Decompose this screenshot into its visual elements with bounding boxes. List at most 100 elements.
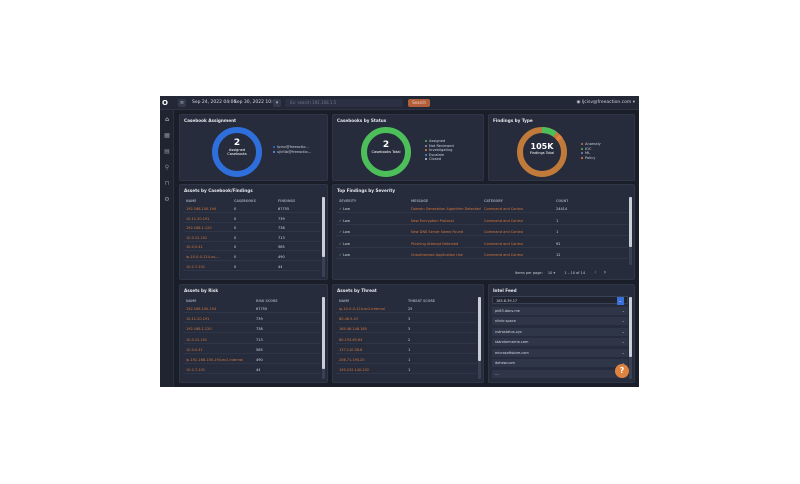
table-row[interactable]: 10.0.0.41 585	[183, 346, 321, 354]
legend-item[interactable]: Closed	[425, 157, 454, 162]
asset-name-link[interactable]: ip-10-0-0-124.us-...	[186, 253, 232, 261]
intel-feed-label: 185.8.39.17	[496, 299, 518, 303]
finding-message-link[interactable]: Phishing Attempt Detected	[411, 240, 481, 248]
table-row[interactable]: 165.46.148.185 3	[336, 325, 477, 334]
table-row[interactable]: 10.2.7.101 0 44	[183, 263, 321, 271]
findings-type-panel: Findings by Type 105K Findings Total Ano…	[488, 114, 635, 181]
chevron-down-icon[interactable]: ⌄	[622, 317, 625, 325]
asset-name-link[interactable]: 10.0.12.101	[186, 234, 232, 242]
finding-message-link[interactable]: New Encryption Protocol	[411, 217, 481, 225]
bookmark-icon[interactable]: ⊓	[163, 180, 171, 188]
asset-name-link[interactable]: 10.11.20.191	[186, 315, 254, 323]
document-icon[interactable]: ▤	[163, 148, 171, 156]
intel-feed-item[interactable]: microsoftstore.com ⌄	[492, 348, 628, 357]
asset-name-link[interactable]: 137.110.58.8	[339, 346, 405, 354]
asset-name-link[interactable]: 10.2.7.101	[186, 263, 232, 271]
filter-icon[interactable]: ▾	[273, 99, 281, 107]
table-row[interactable]: ✓ Low New Encryption Protocol Command and …	[336, 217, 628, 225]
table-row[interactable]: ip-192-168-100-194.ec2.internal 490	[183, 356, 321, 364]
next-page-icon[interactable]: ›	[604, 269, 606, 276]
finding-message-link[interactable]: New DNS Server Name Found	[411, 228, 481, 236]
asset-name-link[interactable]: 192.168.1.120	[186, 224, 232, 232]
asset-name-link[interactable]: 10.0.0.41	[186, 243, 232, 251]
date-to[interactable]: Sep 30, 2022 10:00	[234, 99, 278, 107]
chevron-down-icon[interactable]: ⌄	[622, 307, 625, 315]
finding-category-link[interactable]: Command and Control	[484, 205, 523, 213]
chevron-down-icon[interactable]: ⌄	[622, 349, 625, 357]
intel-feed-item[interactable]: nlinkr.space ⌄	[492, 317, 628, 325]
table-row[interactable]: 10.11.20.191 0 739	[183, 215, 321, 223]
table-row[interactable]: 10.0.12.101 0 713	[183, 234, 321, 242]
search-button[interactable]: Search	[408, 99, 430, 107]
intel-feed-item[interactable]: nstrostatus.xyz ⌄	[492, 327, 628, 336]
table-row[interactable]: 192.168.100.194 0 67755	[183, 205, 321, 213]
asset-name-link[interactable]: ip-10-0-0-124.ec2.internal	[339, 305, 405, 313]
settings-icon[interactable]: ⚙	[163, 196, 171, 204]
intel-feed-item[interactable]: dohew.com ⌄	[492, 359, 628, 367]
table-row[interactable]: 10.0.12.101 713	[183, 336, 321, 344]
chevron-down-icon[interactable]: ▾	[553, 271, 555, 275]
legend-item[interactable]: Policy	[581, 156, 601, 161]
finding-category-link[interactable]: Command and Control	[484, 228, 523, 236]
finding-category-link[interactable]: Command and Control	[484, 251, 523, 259]
asset-name-link[interactable]: 80.193.65.64	[339, 336, 405, 344]
table-row[interactable]: ✓ Low Phishing Attempt Detected Command an…	[336, 240, 628, 248]
table-row[interactable]: 10.0.0.41 0 585	[183, 243, 321, 252]
asset-name-link[interactable]: 10.11.20.191	[186, 215, 232, 223]
table-row[interactable]: 80.193.65.64 2	[336, 336, 477, 344]
asset-name-link[interactable]: 10.0.12.101	[186, 336, 254, 344]
table-row[interactable]: 10.2.7.101 44	[183, 366, 321, 375]
search-icon[interactable]: ⚲	[163, 164, 171, 172]
asset-name-link[interactable]: 206.71.190.20	[339, 356, 405, 364]
asset-name-link[interactable]: 192.168.100.194	[186, 305, 254, 313]
intel-feed-item[interactable]: ....⌄	[492, 369, 628, 378]
intel-feed-item[interactable]: pk63.dons.me ⌄	[492, 306, 628, 315]
finding-message-link[interactable]: Unauthorized Application Use	[411, 251, 481, 259]
table-row[interactable]: 192.168.1.120 0 738	[183, 224, 321, 233]
asset-name-link[interactable]: 80.46.5.43	[339, 315, 405, 323]
table-row[interactable]: 137.110.58.8 1	[336, 346, 477, 354]
help-button[interactable]: ?	[615, 364, 629, 378]
asset-name-link[interactable]: 10.2.7.101	[186, 366, 254, 374]
scrollbar[interactable]	[322, 197, 325, 277]
chevron-down-icon[interactable]: ⌄	[622, 328, 625, 336]
finding-category-link[interactable]: Command and Control	[484, 217, 523, 225]
chevron-down-icon[interactable]: ⌄	[622, 338, 625, 346]
asset-name-link[interactable]: 165.46.148.185	[339, 325, 405, 333]
table-row[interactable]: 206.71.190.20 1	[336, 356, 477, 364]
table-row[interactable]: 80.46.5.43 3	[336, 315, 477, 324]
table-row[interactable]: ✓ Low Unauthorized Application Use Command…	[336, 251, 628, 259]
table-row[interactable]: 10.11.20.191 739	[183, 315, 321, 324]
table-row[interactable]: ip-10-0-0-124.ec2.internal 25	[336, 305, 477, 313]
grid-icon[interactable]: ▦	[163, 132, 171, 140]
table-row[interactable]: ✓ Low Domain Generation Algorithm Detecte…	[336, 205, 628, 213]
finding-message-link[interactable]: Domain Generation Algorithm Detected	[411, 205, 481, 213]
asset-name-link[interactable]: ip-192-168-100-194.ec2.internal	[186, 356, 254, 364]
asset-name-link[interactable]: 192.168.100.194	[186, 205, 232, 213]
scrollbar[interactable]	[478, 297, 481, 379]
scrollbar[interactable]	[629, 197, 632, 265]
casebooks-value: 0	[234, 207, 237, 211]
legend-item[interactable]: ujkf4b@freeactio...	[273, 150, 311, 155]
scrollbar[interactable]	[629, 297, 632, 379]
assets-threat-panel: Assets by Threat NAME THREAT SCORE ip-10…	[332, 284, 484, 383]
finding-category-link[interactable]: Command and Control	[484, 240, 523, 248]
intel-feed-item[interactable]: standarmarria.com ⌄	[492, 338, 628, 346]
table-row[interactable]: ✓ Low New DNS Server Name Found Command an…	[336, 228, 628, 236]
table-row[interactable]: 195.232.140.202 1	[336, 366, 477, 375]
table-row[interactable]: ip-10-0-0-124.us-... 0 490	[183, 253, 321, 261]
user-menu[interactable]: ◉ ljcisv@freeaction.com ▾	[576, 99, 635, 107]
menu-icon[interactable]: ≡	[178, 99, 186, 107]
search-input[interactable]: Ex: search 192.168.1.5	[285, 99, 403, 107]
table-row[interactable]: 192.168.100.194 67755	[183, 305, 321, 313]
home-icon[interactable]: ⌂	[163, 116, 171, 124]
scrollbar[interactable]	[322, 297, 325, 379]
table-row[interactable]: 192.168.1.120 738	[183, 325, 321, 334]
asset-name-link[interactable]: 195.232.140.202	[339, 366, 405, 374]
chevron-down-icon[interactable]: ⌄	[616, 297, 624, 305]
asset-name-link[interactable]: 10.0.0.41	[186, 346, 254, 354]
intel-feed-item[interactable]: 185.8.39.17 ⌄	[492, 296, 628, 305]
prev-page-icon[interactable]: ‹	[594, 269, 596, 276]
items-per-page-select[interactable]: 10	[548, 271, 552, 275]
asset-name-link[interactable]: 192.168.1.120	[186, 325, 254, 333]
